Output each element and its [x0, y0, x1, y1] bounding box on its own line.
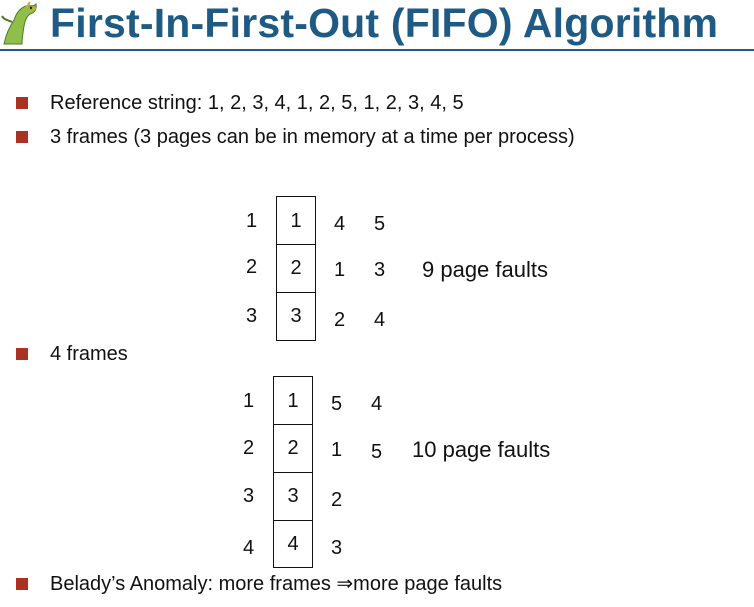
frame-cell: 3 [277, 292, 315, 340]
row-label: 2 [246, 256, 258, 278]
row-label: 3 [243, 485, 255, 507]
replacement-page: 5 [371, 441, 383, 463]
replacement-page: 2 [334, 309, 346, 331]
bullet-three-frames: 3 frames (3 pages can be in memory at a … [50, 126, 575, 148]
frame-cell: 2 [274, 424, 312, 472]
replacement-page: 1 [331, 439, 343, 461]
slide-title: First-In-First-Out (FIFO) Algorithm [50, 0, 719, 46]
frame-cell: 3 [274, 472, 312, 520]
title-divider [0, 49, 754, 51]
bullet-four-frames: 4 frames [50, 343, 128, 365]
bullet-reference-string: Reference string: 1, 2, 3, 4, 1, 2, 5, 1… [50, 92, 464, 114]
replacement-page: 4 [334, 213, 346, 235]
replacement-page: 1 [334, 259, 346, 281]
frame-cell: 2 [277, 244, 315, 292]
row-label: 3 [246, 305, 258, 327]
bullet-square-icon [16, 131, 28, 143]
bullet-belady-anomaly: Belady’s Anomaly: more frames ⇒more page… [50, 573, 503, 595]
bullet-square-icon [16, 578, 28, 590]
replacement-page: 5 [331, 393, 343, 415]
bullet-square-icon [16, 348, 28, 360]
dinosaur-logo-icon [0, 0, 44, 46]
bullet-square-icon [16, 97, 28, 109]
replacement-page: 4 [374, 309, 386, 331]
row-label: 1 [246, 210, 258, 232]
replacement-page: 4 [371, 393, 383, 415]
replacement-page: 3 [331, 537, 343, 559]
frame-cell: 1 [290, 209, 302, 232]
row-label: 4 [243, 537, 255, 559]
page-faults-count: 9 page faults [422, 257, 548, 282]
replacement-page: 2 [331, 489, 343, 511]
replacement-page: 3 [374, 259, 386, 281]
row-label: 2 [243, 437, 255, 459]
frame-cell: 4 [274, 520, 312, 568]
row-label: 1 [243, 390, 255, 412]
frame-box: 1 2 3 4 [273, 376, 313, 568]
replacement-page: 5 [374, 213, 386, 235]
frame-box: 1 2 3 [276, 196, 316, 341]
page-faults-count: 10 page faults [412, 437, 551, 462]
frame-cell: 1 [287, 389, 299, 412]
